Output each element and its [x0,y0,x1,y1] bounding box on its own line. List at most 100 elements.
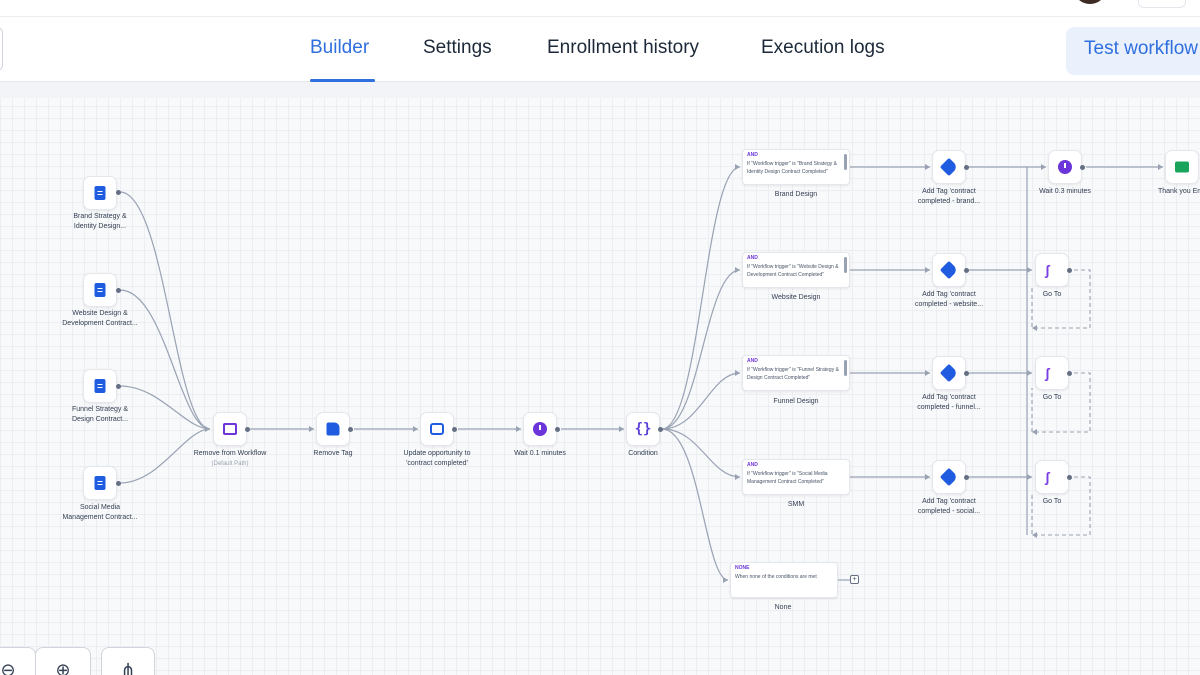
add-action-button[interactable]: + [850,575,859,584]
clock-icon [533,422,547,436]
branch-card-funnel-design[interactable]: AND If "Workflow trigger" is "Funnel Str… [742,355,850,391]
zoom-out-icon: ⊖ [0,660,16,675]
branch-condition-text: When none of the conditions are met [735,574,817,580]
action-node-add-tag-funnel[interactable] [932,356,966,390]
action-label: Remove Tag [313,450,353,457]
zoom-in-icon: ⊕ [55,660,71,675]
output-port[interactable] [1067,475,1072,480]
action-label: Go To [1042,394,1062,401]
action-node-remove-tag[interactable] [316,412,350,446]
action-node-add-tag-website[interactable] [932,253,966,287]
output-port[interactable] [964,371,969,376]
branch-name: SMM [787,501,805,508]
goto-icon: ʃ [1045,469,1050,485]
action-node-email-thank-you[interactable] [1165,150,1199,184]
action-node-add-tag-social[interactable] [932,460,966,494]
remove-tag-icon [326,422,340,436]
tag-icon [939,363,959,383]
branch-badge: AND [747,462,758,468]
arrowhead [723,577,728,583]
trigger-node-funnel-strategy[interactable] [83,369,117,403]
trigger-label: Social Media Management Contract... [62,504,138,521]
document-icon [94,186,106,200]
action-node-goto[interactable]: ʃ [1035,356,1069,390]
remove-workflow-icon [223,423,237,435]
output-port[interactable] [116,384,121,389]
arrowhead [1041,164,1046,170]
output-port[interactable] [245,427,250,432]
action-node-goto[interactable]: ʃ [1035,253,1069,287]
action-node-wait[interactable] [523,412,557,446]
branch-name: Funnel Design [773,398,819,405]
scrollbar[interactable] [844,154,847,170]
output-port[interactable] [964,475,969,480]
trigger-label: Funnel Strategy & Design Contract... [71,406,129,423]
action-label: Thank you Em [1158,188,1200,195]
arrowhead [1032,532,1037,538]
zoom-in-button[interactable]: ⊕ [35,647,91,675]
action-label: Wait 0.3 minutes [1039,188,1091,195]
trigger-label: Brand Strategy & Identity Design... [73,213,127,230]
document-icon [94,476,106,490]
output-port[interactable] [1080,165,1085,170]
branch-name: None [774,604,792,611]
arrowhead [1032,429,1037,435]
update-opportunity-icon [430,423,444,435]
scrollbar[interactable] [844,257,847,273]
output-port[interactable] [658,427,663,432]
auto-layout-button[interactable]: ⋔ [101,647,155,675]
action-label: Go To [1042,498,1062,505]
arrowhead [413,426,418,432]
trigger-node-social-media[interactable] [83,466,117,500]
action-label: Condition [628,450,658,457]
output-port[interactable] [452,427,457,432]
arrowhead [925,370,930,376]
scrollbar[interactable] [844,360,847,376]
zoom-out-button[interactable]: ⊖ [0,647,36,675]
output-port[interactable] [116,190,121,195]
arrowhead [735,370,740,376]
action-label: Add Tag 'contract completed - funnel... [917,394,981,411]
connection-lines [119,164,1163,583]
trigger-node-website-design[interactable] [83,273,117,307]
tag-icon [939,157,959,177]
action-node-add-tag-brand[interactable] [932,150,966,184]
branch-card-none[interactable]: NONE When none of the conditions are met [730,562,838,598]
tag-icon [939,260,959,280]
output-port[interactable] [116,288,121,293]
arrowhead [925,267,930,273]
action-node-goto[interactable]: ʃ [1035,460,1069,494]
workflow-builder: Builder Settings Enrollment history Exec… [0,0,1200,675]
branch-card-brand-design[interactable]: AND If "Workflow trigger" is "Brand Stra… [742,149,850,185]
arrowhead [735,164,740,170]
action-node-condition[interactable]: {} [626,412,660,446]
arrowhead [205,426,210,432]
trigger-node-brand-strategy[interactable] [83,176,117,210]
output-port[interactable] [1067,268,1072,273]
output-port[interactable] [964,268,969,273]
branch-condition-text: If "Workflow trigger" is "Funnel Strateg… [747,367,839,381]
branch-badge: AND [747,152,758,158]
arrowhead [735,474,740,480]
output-port[interactable] [348,427,353,432]
document-icon [94,283,106,297]
condition-icon: {} [634,421,652,437]
arrowhead [1032,325,1037,331]
output-port[interactable] [1067,371,1072,376]
arrowhead [735,267,740,273]
action-node-update-opportunity[interactable] [420,412,454,446]
output-port[interactable] [116,481,121,486]
trigger-label: Website Design & Development Contract... [62,310,138,327]
action-label: Wait 0.1 minutes [514,450,566,457]
tag-icon [939,467,959,487]
arrowhead [309,426,314,432]
action-label: Go To [1042,291,1062,298]
arrowhead [516,426,521,432]
output-port[interactable] [964,165,969,170]
clock-icon [1058,160,1072,174]
output-port[interactable] [555,427,560,432]
branch-card-website-design[interactable]: AND If "Workflow trigger" is "Website De… [742,252,850,288]
action-node-remove-from-workflow[interactable] [213,412,247,446]
action-node-wait-0-3[interactable] [1048,150,1082,184]
branch-card-smm[interactable]: AND If "Workflow trigger" is "Social Med… [742,459,850,495]
